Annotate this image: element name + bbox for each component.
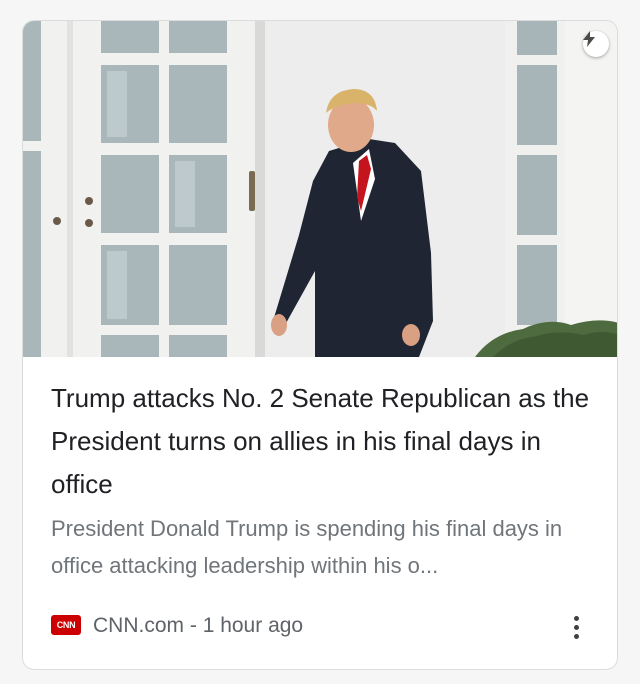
news-card[interactable]: Trump attacks No. 2 Senate Republican as…	[22, 20, 618, 670]
lightning-bolt-icon	[583, 31, 595, 47]
menu-dot	[573, 633, 579, 639]
menu-dot	[573, 615, 579, 621]
article-photo-illustration	[23, 21, 617, 357]
published-time: 1 hour ago	[202, 614, 304, 637]
source-name: CNN.com	[93, 614, 185, 637]
article-headline[interactable]: Trump attacks No. 2 Senate Republican as…	[51, 377, 599, 506]
amp-badge	[583, 31, 609, 57]
menu-dot	[573, 624, 579, 630]
article-photo[interactable]	[23, 21, 617, 357]
article-source: CNN.com - 1 hour ago	[93, 613, 303, 639]
source-separator: -	[184, 614, 203, 637]
cnn-logo-icon: CNN	[51, 615, 81, 635]
article-snippet: President Donald Trump is spending his f…	[51, 516, 563, 578]
more-vert-icon[interactable]	[561, 609, 591, 645]
